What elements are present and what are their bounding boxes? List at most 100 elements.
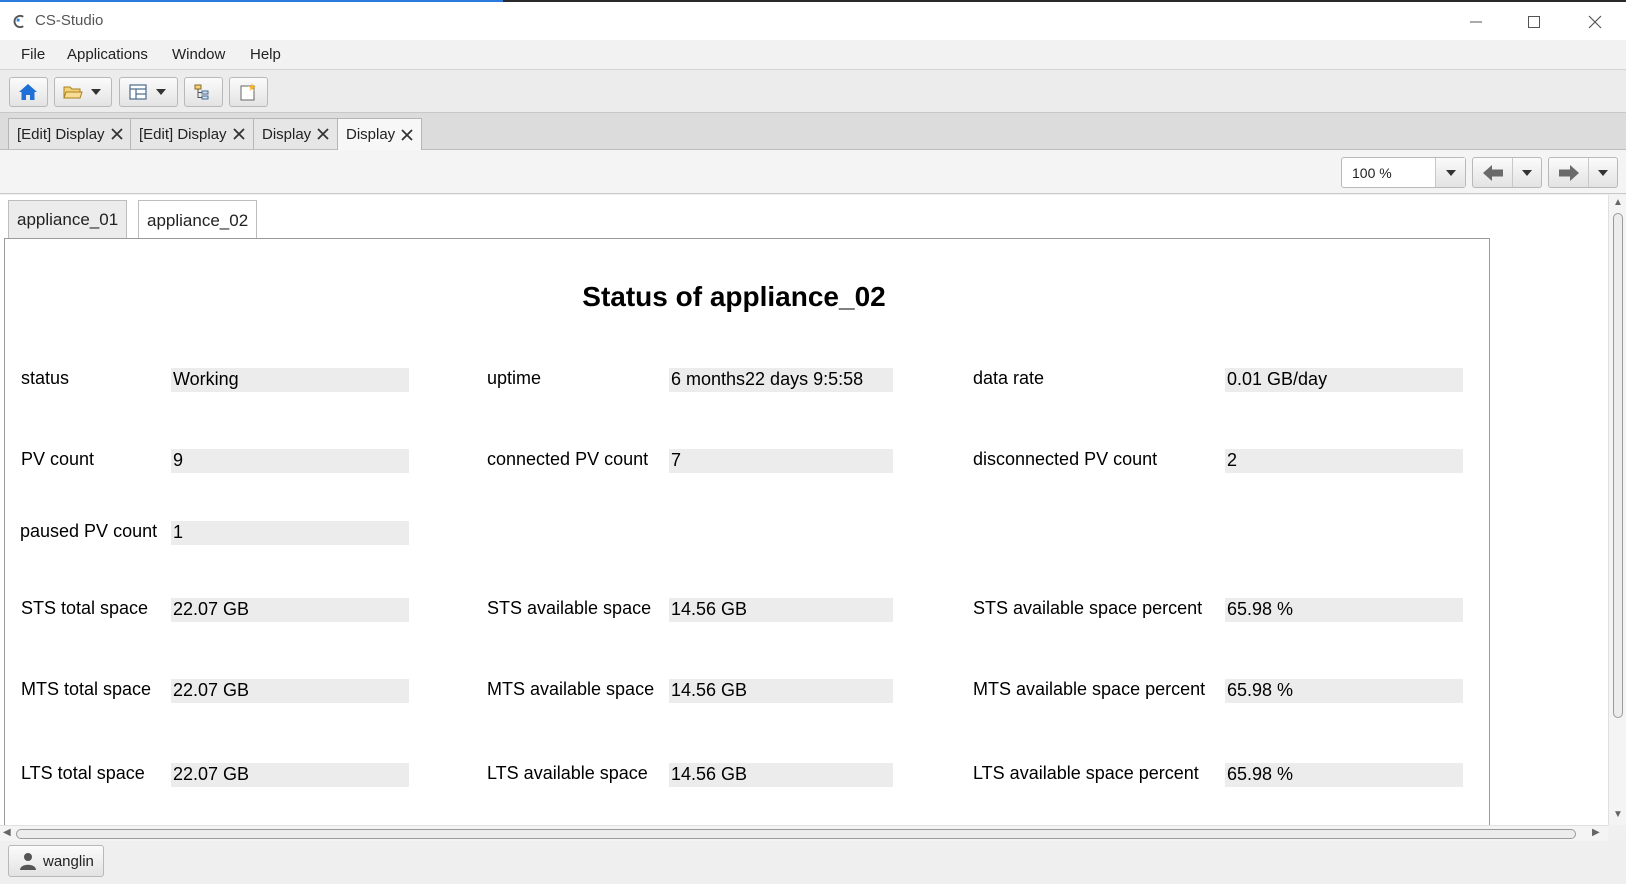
mts-total-space-value: 22.07 GB	[171, 679, 409, 703]
uptime-value: 6 months22 days 9:5:58	[669, 368, 893, 392]
field-label: STS total space	[21, 598, 149, 618]
chevron-down-icon	[1522, 169, 1532, 176]
vertical-scroll-thumb[interactable]	[1613, 213, 1623, 718]
data-rate-value: 0.01 GB/day	[1225, 368, 1463, 392]
tree-icon	[194, 84, 209, 100]
layout-dropdown-caret-icon	[156, 89, 166, 95]
sts-available-space-percent-value: 65.98 %	[1225, 598, 1463, 622]
doc-tab-label: [Edit] Display	[139, 125, 227, 143]
scroll-down-icon[interactable]: ▼	[1613, 809, 1623, 820]
title-bar: CS-Studio	[0, 0, 1626, 40]
zoom-combo[interactable]: 100 %	[1341, 157, 1466, 188]
close-window-button[interactable]	[1572, 4, 1618, 40]
scroll-right-icon[interactable]: ▶	[1592, 827, 1600, 838]
doc-tab-label: [Edit] Display	[17, 125, 105, 143]
horizontal-scroll-thumb[interactable]	[16, 829, 1576, 839]
maximize-button[interactable]	[1511, 4, 1557, 40]
panel-tab-appliance-02[interactable]: appliance_02	[138, 200, 258, 240]
open-button[interactable]	[54, 77, 112, 107]
menu-applications[interactable]: Applications	[67, 46, 148, 63]
menu-bar: File Applications Window Help	[0, 40, 1626, 70]
close-tab-icon[interactable]	[110, 128, 123, 140]
scroll-up-icon[interactable]: ▲	[1613, 197, 1623, 208]
menu-window[interactable]: Window	[172, 46, 225, 63]
doc-tab-edit-display-2[interactable]: [Edit] Display	[130, 118, 254, 149]
chevron-down-icon	[1445, 169, 1456, 176]
field-label: STS available space	[487, 598, 652, 618]
status-value: Working	[171, 368, 409, 392]
minimize-icon	[1470, 21, 1482, 23]
arrow-left-icon	[1482, 164, 1503, 181]
layout-button[interactable]	[119, 77, 178, 107]
field-label: LTS available space	[487, 763, 648, 783]
open-folder-icon	[63, 86, 83, 99]
forward-arrow[interactable]	[1549, 158, 1589, 187]
document-tab-bar: [Edit] Display [Edit] Display Display Di…	[0, 113, 1626, 150]
field-label: paused PV count	[20, 521, 158, 541]
close-tab-icon[interactable]	[317, 128, 329, 140]
mts-available-space-value: 14.56 GB	[669, 679, 893, 703]
back-arrow[interactable]	[1473, 158, 1513, 187]
zoom-value[interactable]: 100 %	[1342, 158, 1435, 187]
field-label: disconnected PV count	[973, 449, 1158, 469]
field-label: MTS available space percent	[973, 679, 1206, 699]
field-label: uptime	[487, 368, 542, 388]
field-label: STS available space percent	[973, 598, 1203, 618]
paused-pv-count-value: 1	[171, 521, 409, 545]
back-history-dropdown[interactable]	[1513, 158, 1541, 187]
sts-available-space-value: 14.56 GB	[669, 598, 893, 622]
doc-tab-display-1[interactable]: Display	[253, 118, 339, 149]
field-label: MTS available space	[487, 679, 655, 699]
forward-history-dropdown[interactable]	[1589, 158, 1617, 187]
close-tab-icon[interactable]	[401, 128, 413, 141]
menu-help[interactable]: Help	[250, 46, 281, 63]
menu-file[interactable]: File	[21, 46, 45, 63]
maximize-icon	[1528, 16, 1540, 28]
horizontal-scrollbar[interactable]: ◀ ▶	[0, 825, 1608, 841]
zoom-dropdown-button[interactable]	[1435, 158, 1465, 187]
doc-tab-label: Display	[262, 125, 312, 143]
pv-count-value: 9	[171, 449, 409, 473]
user-name: wanglin	[43, 852, 94, 870]
field-label: data rate	[973, 368, 1045, 388]
home-button[interactable]	[9, 77, 48, 107]
lts-available-space-value: 14.56 GB	[669, 763, 893, 787]
sts-total-space-value: 22.07 GB	[171, 598, 409, 622]
mts-available-space-percent-value: 65.98 %	[1225, 679, 1463, 703]
doc-tab-edit-display-1[interactable]: [Edit] Display	[8, 118, 132, 149]
status-bar: wanglin	[0, 841, 1626, 884]
layout-icon	[129, 84, 147, 100]
open-dropdown-caret-icon	[91, 89, 101, 95]
lts-total-space-value: 22.07 GB	[171, 763, 409, 787]
field-label: LTS total space	[21, 763, 145, 783]
display-toolbar: 100 %	[0, 150, 1626, 194]
field-label: MTS total space	[21, 679, 152, 699]
user-button[interactable]: wanglin	[8, 845, 104, 877]
close-icon	[1588, 15, 1602, 29]
vertical-scrollbar[interactable]: ▲ ▼	[1608, 195, 1626, 825]
panel-tab-appliance-01[interactable]: appliance_01	[8, 200, 128, 239]
doc-tab-label: Display	[346, 126, 396, 143]
scroll-left-icon[interactable]: ◀	[3, 827, 11, 838]
minimize-button[interactable]	[1453, 4, 1499, 40]
tree-button[interactable]	[184, 77, 223, 107]
forward-button[interactable]	[1548, 157, 1618, 188]
window-title: CS-Studio	[35, 12, 104, 29]
field-label: LTS available space percent	[973, 763, 1199, 783]
back-button[interactable]	[1472, 157, 1542, 188]
cs-studio-logo-icon	[13, 14, 24, 29]
close-tab-icon[interactable]	[232, 128, 245, 140]
doc-tab-display-2[interactable]: Display	[337, 118, 423, 150]
home-icon	[19, 84, 37, 100]
display-content: appliance_01 appliance_02 Status of appl…	[0, 195, 1608, 825]
new-note-button[interactable]	[229, 77, 268, 107]
connected-pv-count-value: 7	[669, 449, 893, 473]
main-toolbar	[0, 70, 1626, 113]
field-label: connected PV count	[487, 449, 649, 469]
new-note-icon	[240, 83, 256, 101]
field-label: status	[21, 368, 70, 388]
field-label: PV count	[21, 449, 95, 469]
lts-available-space-percent-value: 65.98 %	[1225, 763, 1463, 787]
user-icon	[20, 853, 36, 870]
panel-title: Status of appliance_02	[582, 281, 886, 312]
